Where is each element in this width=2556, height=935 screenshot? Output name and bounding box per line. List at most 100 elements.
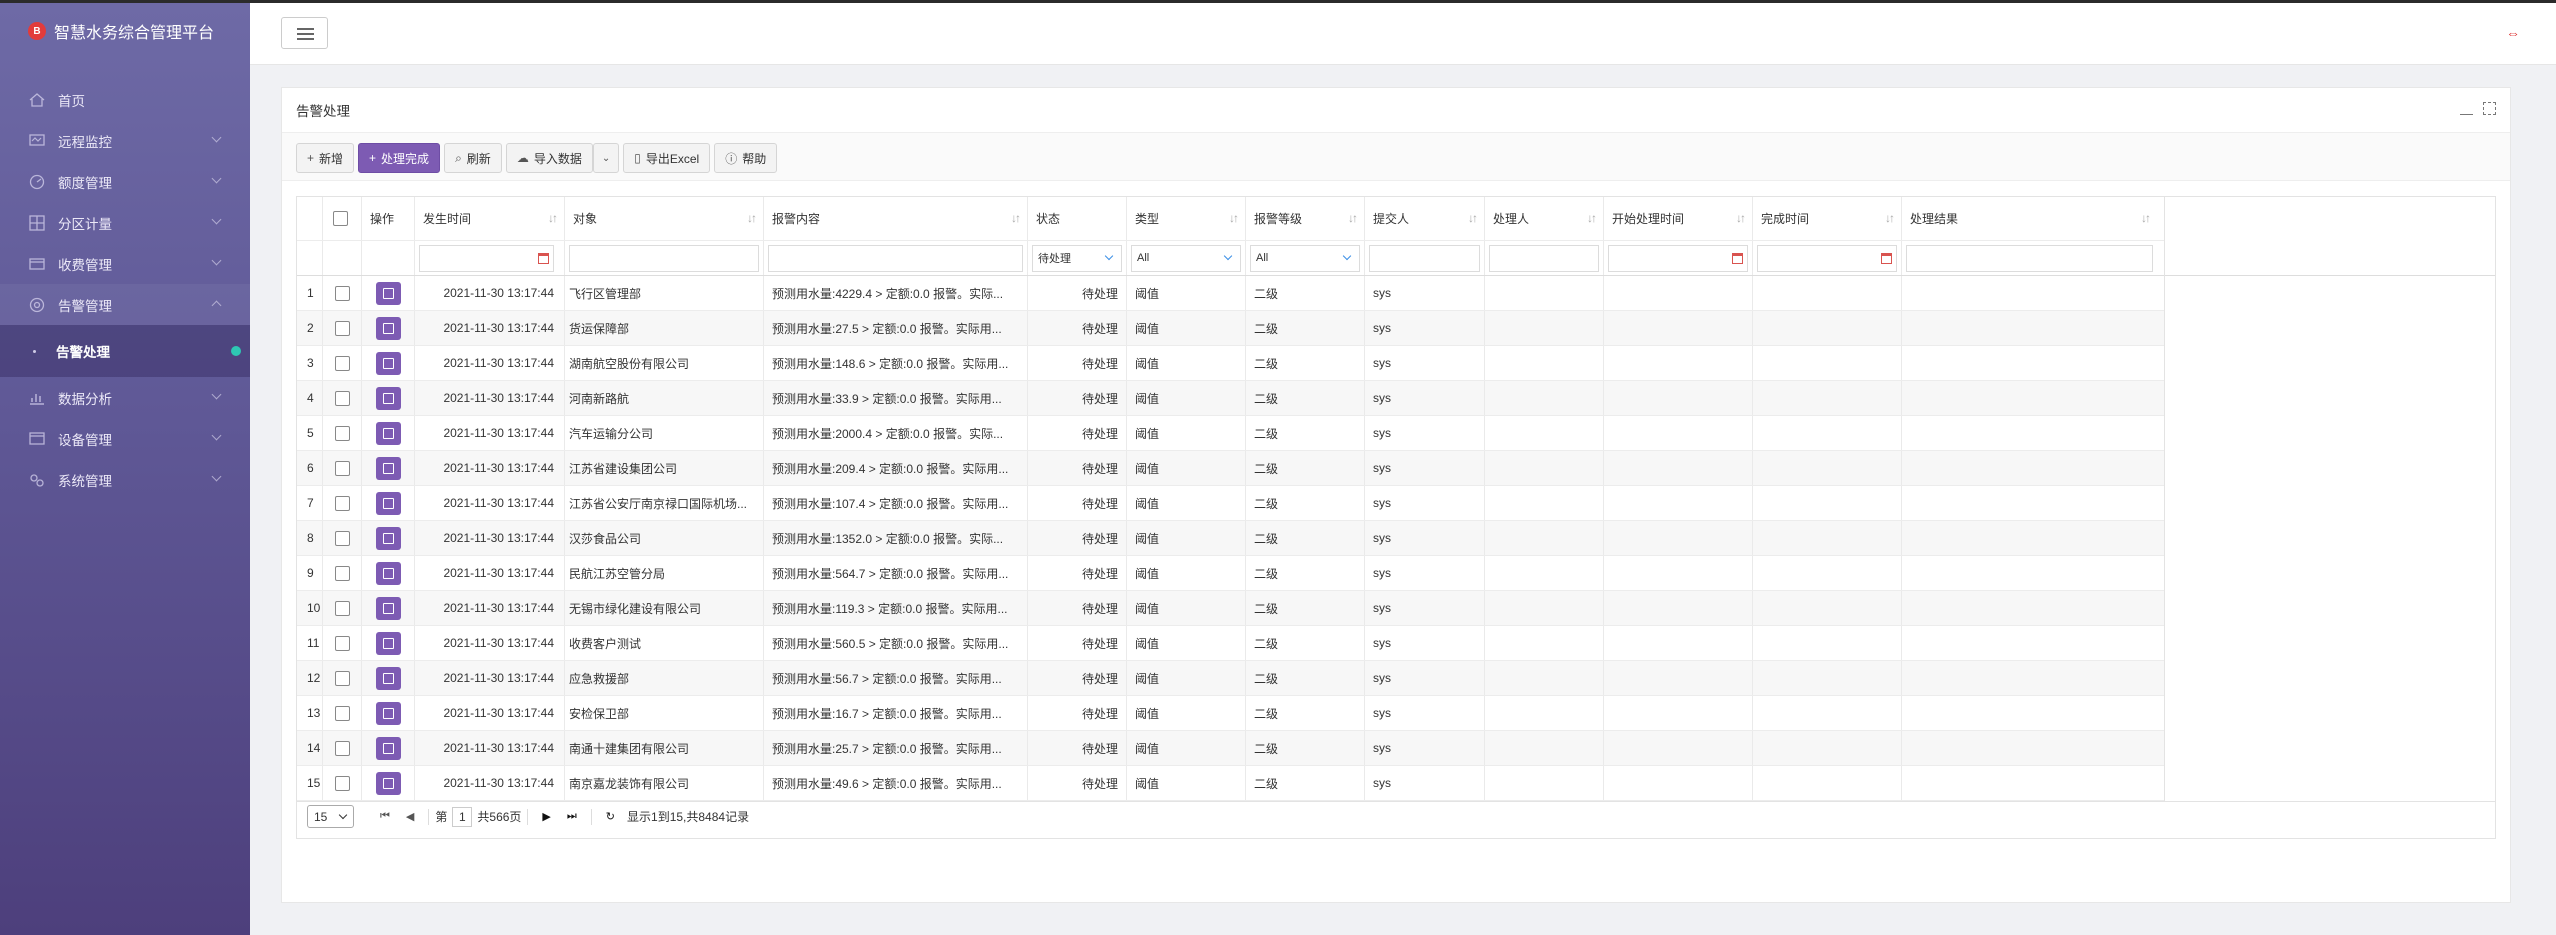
row-checkbox[interactable] <box>334 425 350 441</box>
edit-button[interactable] <box>375 351 401 375</box>
sort-icon[interactable]: ↓↑ <box>2141 211 2151 225</box>
row-checkbox[interactable] <box>334 705 350 721</box>
import-button[interactable]: ☁ 导入数据 <box>505 143 593 173</box>
row-checkbox[interactable] <box>334 460 350 476</box>
table-row[interactable]: 7 2021-11-30 13:17:44 江苏省公安厅南京禄口国际机场... 预测用… <box>297 486 2164 521</box>
header-time[interactable]: 发生时间 ↓↑ <box>415 197 565 240</box>
sort-icon[interactable]: ↓↑ <box>747 211 757 225</box>
row-select[interactable] <box>323 311 362 345</box>
submitter-filter-input[interactable] <box>1369 244 1480 272</box>
edit-button[interactable] <box>375 316 401 340</box>
sidebar-item-remote-monitor[interactable]: 远程监控 <box>0 120 250 161</box>
header-object[interactable]: 对象 ↓↑ <box>565 197 764 240</box>
sort-icon[interactable]: ↓↑ <box>1587 211 1597 225</box>
sidebar-item-quota[interactable]: 额度管理 <box>0 161 250 202</box>
row-checkbox[interactable] <box>334 530 350 546</box>
header-select-all[interactable] <box>323 197 362 240</box>
row-select[interactable] <box>323 661 362 695</box>
calendar-icon[interactable] <box>538 252 549 264</box>
row-select[interactable] <box>323 416 362 450</box>
minimize-icon[interactable] <box>2460 102 2473 115</box>
table-row[interactable]: 9 2021-11-30 13:17:44 民航江苏空管分局 预测用水量:564.7 … <box>297 556 2164 591</box>
edit-button[interactable] <box>375 491 401 515</box>
sidebar-item-alarm-management[interactable]: 告警管理 <box>0 284 250 325</box>
object-filter-input[interactable] <box>569 244 759 272</box>
sidebar-subitem-alarm-handling[interactable]: 告警处理 <box>0 325 250 377</box>
status-filter-select[interactable]: 待处理 <box>1032 244 1122 272</box>
row-checkbox[interactable] <box>334 390 350 406</box>
header-handler[interactable]: 处理人 ↓↑ <box>1485 197 1604 240</box>
edit-button[interactable] <box>375 526 401 550</box>
sidebar-item-data-analysis[interactable]: 数据分析 <box>0 377 250 418</box>
end-time-filter-input[interactable] <box>1757 244 1897 272</box>
row-checkbox[interactable] <box>334 495 350 511</box>
edit-button[interactable] <box>375 736 401 760</box>
page-size-select[interactable]: 15 <box>307 805 354 828</box>
row-checkbox[interactable] <box>334 600 350 616</box>
sort-icon[interactable]: ↓↑ <box>1011 211 1021 225</box>
row-select[interactable] <box>323 731 362 765</box>
content-filter-input[interactable] <box>768 244 1023 272</box>
table-row[interactable]: 13 2021-11-30 13:17:44 安检保卫部 预测用水量:16.7 > 定… <box>297 696 2164 731</box>
table-row[interactable]: 6 2021-11-30 13:17:44 江苏省建设集团公司 预测用水量:209.4… <box>297 451 2164 486</box>
row-select[interactable] <box>323 591 362 625</box>
time-filter-input[interactable] <box>419 244 554 272</box>
prev-page-icon[interactable]: ◀ <box>406 810 414 823</box>
handler-filter-input[interactable] <box>1489 244 1599 272</box>
help-button[interactable]: ⓘ 帮助 <box>714 143 778 173</box>
row-select[interactable] <box>323 346 362 380</box>
edit-button[interactable] <box>375 386 401 410</box>
reload-icon[interactable]: ↻ <box>606 810 615 823</box>
edit-button[interactable] <box>375 596 401 620</box>
sort-icon[interactable]: ↓↑ <box>1736 211 1746 225</box>
header-submitter[interactable]: 提交人 ↓↑ <box>1365 197 1485 240</box>
sidebar-item-device[interactable]: 设备管理 <box>0 418 250 459</box>
type-filter-select[interactable]: All <box>1131 244 1241 272</box>
import-dropdown-button[interactable]: ⌄ <box>592 143 620 173</box>
sidebar-item-home[interactable]: 首页 <box>0 79 250 120</box>
table-row[interactable]: 8 2021-11-30 13:17:44 汉莎食品公司 预测用水量:1352.0 >… <box>297 521 2164 556</box>
next-page-icon[interactable]: ▶ <box>542 810 550 823</box>
sidebar-item-zone-metering[interactable]: 分区计量 <box>0 202 250 243</box>
maximize-icon[interactable] <box>2483 102 2496 115</box>
sort-icon[interactable]: ↓↑ <box>548 211 558 225</box>
sort-icon[interactable]: ↓↑ <box>1885 211 1895 225</box>
row-select[interactable] <box>323 276 362 310</box>
table-row[interactable]: 5 2021-11-30 13:17:44 汽车运输分公司 预测用水量:2000.4 … <box>297 416 2164 451</box>
row-checkbox[interactable] <box>334 670 350 686</box>
row-checkbox[interactable] <box>334 355 350 371</box>
header-status[interactable]: 状态 <box>1028 197 1127 240</box>
header-level[interactable]: 报警等级 ↓↑ <box>1246 197 1365 240</box>
row-select[interactable] <box>323 626 362 660</box>
row-select[interactable] <box>323 451 362 485</box>
edit-button[interactable] <box>375 281 401 305</box>
table-row[interactable]: 12 2021-11-30 13:17:44 应急救援部 预测用水量:56.7 > 定… <box>297 661 2164 696</box>
row-checkbox[interactable] <box>334 775 350 791</box>
row-checkbox[interactable] <box>334 320 350 336</box>
header-result[interactable]: 处理结果 ↓↑ <box>1902 197 2157 240</box>
row-select[interactable] <box>323 486 362 520</box>
header-content[interactable]: 报警内容 ↓↑ <box>764 197 1028 240</box>
row-select[interactable] <box>323 556 362 590</box>
table-row[interactable]: 10 2021-11-30 13:17:44 无锡市绿化建设有限公司 预测用水量:11… <box>297 591 2164 626</box>
select-all-checkbox[interactable] <box>332 211 348 226</box>
complete-button[interactable]: + 处理完成 <box>358 143 441 173</box>
brand[interactable]: B 智慧水务综合管理平台 <box>0 0 250 62</box>
sidebar-item-billing[interactable]: 收费管理 <box>0 243 250 284</box>
header-end-time[interactable]: 完成时间 ↓↑ <box>1753 197 1902 240</box>
edit-button[interactable] <box>375 666 401 690</box>
header-type[interactable]: 类型 ↓↑ <box>1127 197 1246 240</box>
table-row[interactable]: 3 2021-11-30 13:17:44 湖南航空股份有限公司 预测用水量:148.… <box>297 346 2164 381</box>
table-row[interactable]: 1 2021-11-30 13:17:44 飞行区管理部 预测用水量:4229.4 >… <box>297 276 2164 311</box>
row-select[interactable] <box>323 521 362 555</box>
result-filter-input[interactable] <box>1906 244 2153 272</box>
sort-icon[interactable]: ↓↑ <box>1348 211 1358 225</box>
sort-icon[interactable]: ↓↑ <box>1468 211 1478 225</box>
level-filter-select[interactable]: All <box>1250 244 1360 272</box>
export-excel-button[interactable]: ▯ 导出Excel <box>623 143 711 173</box>
start-time-filter-input[interactable] <box>1608 244 1748 272</box>
row-checkbox[interactable] <box>334 740 350 756</box>
row-checkbox[interactable] <box>334 565 350 581</box>
sort-icon[interactable]: ↓↑ <box>1229 211 1239 225</box>
fullscreen-icon[interactable]: ⇔ <box>2506 25 2520 41</box>
